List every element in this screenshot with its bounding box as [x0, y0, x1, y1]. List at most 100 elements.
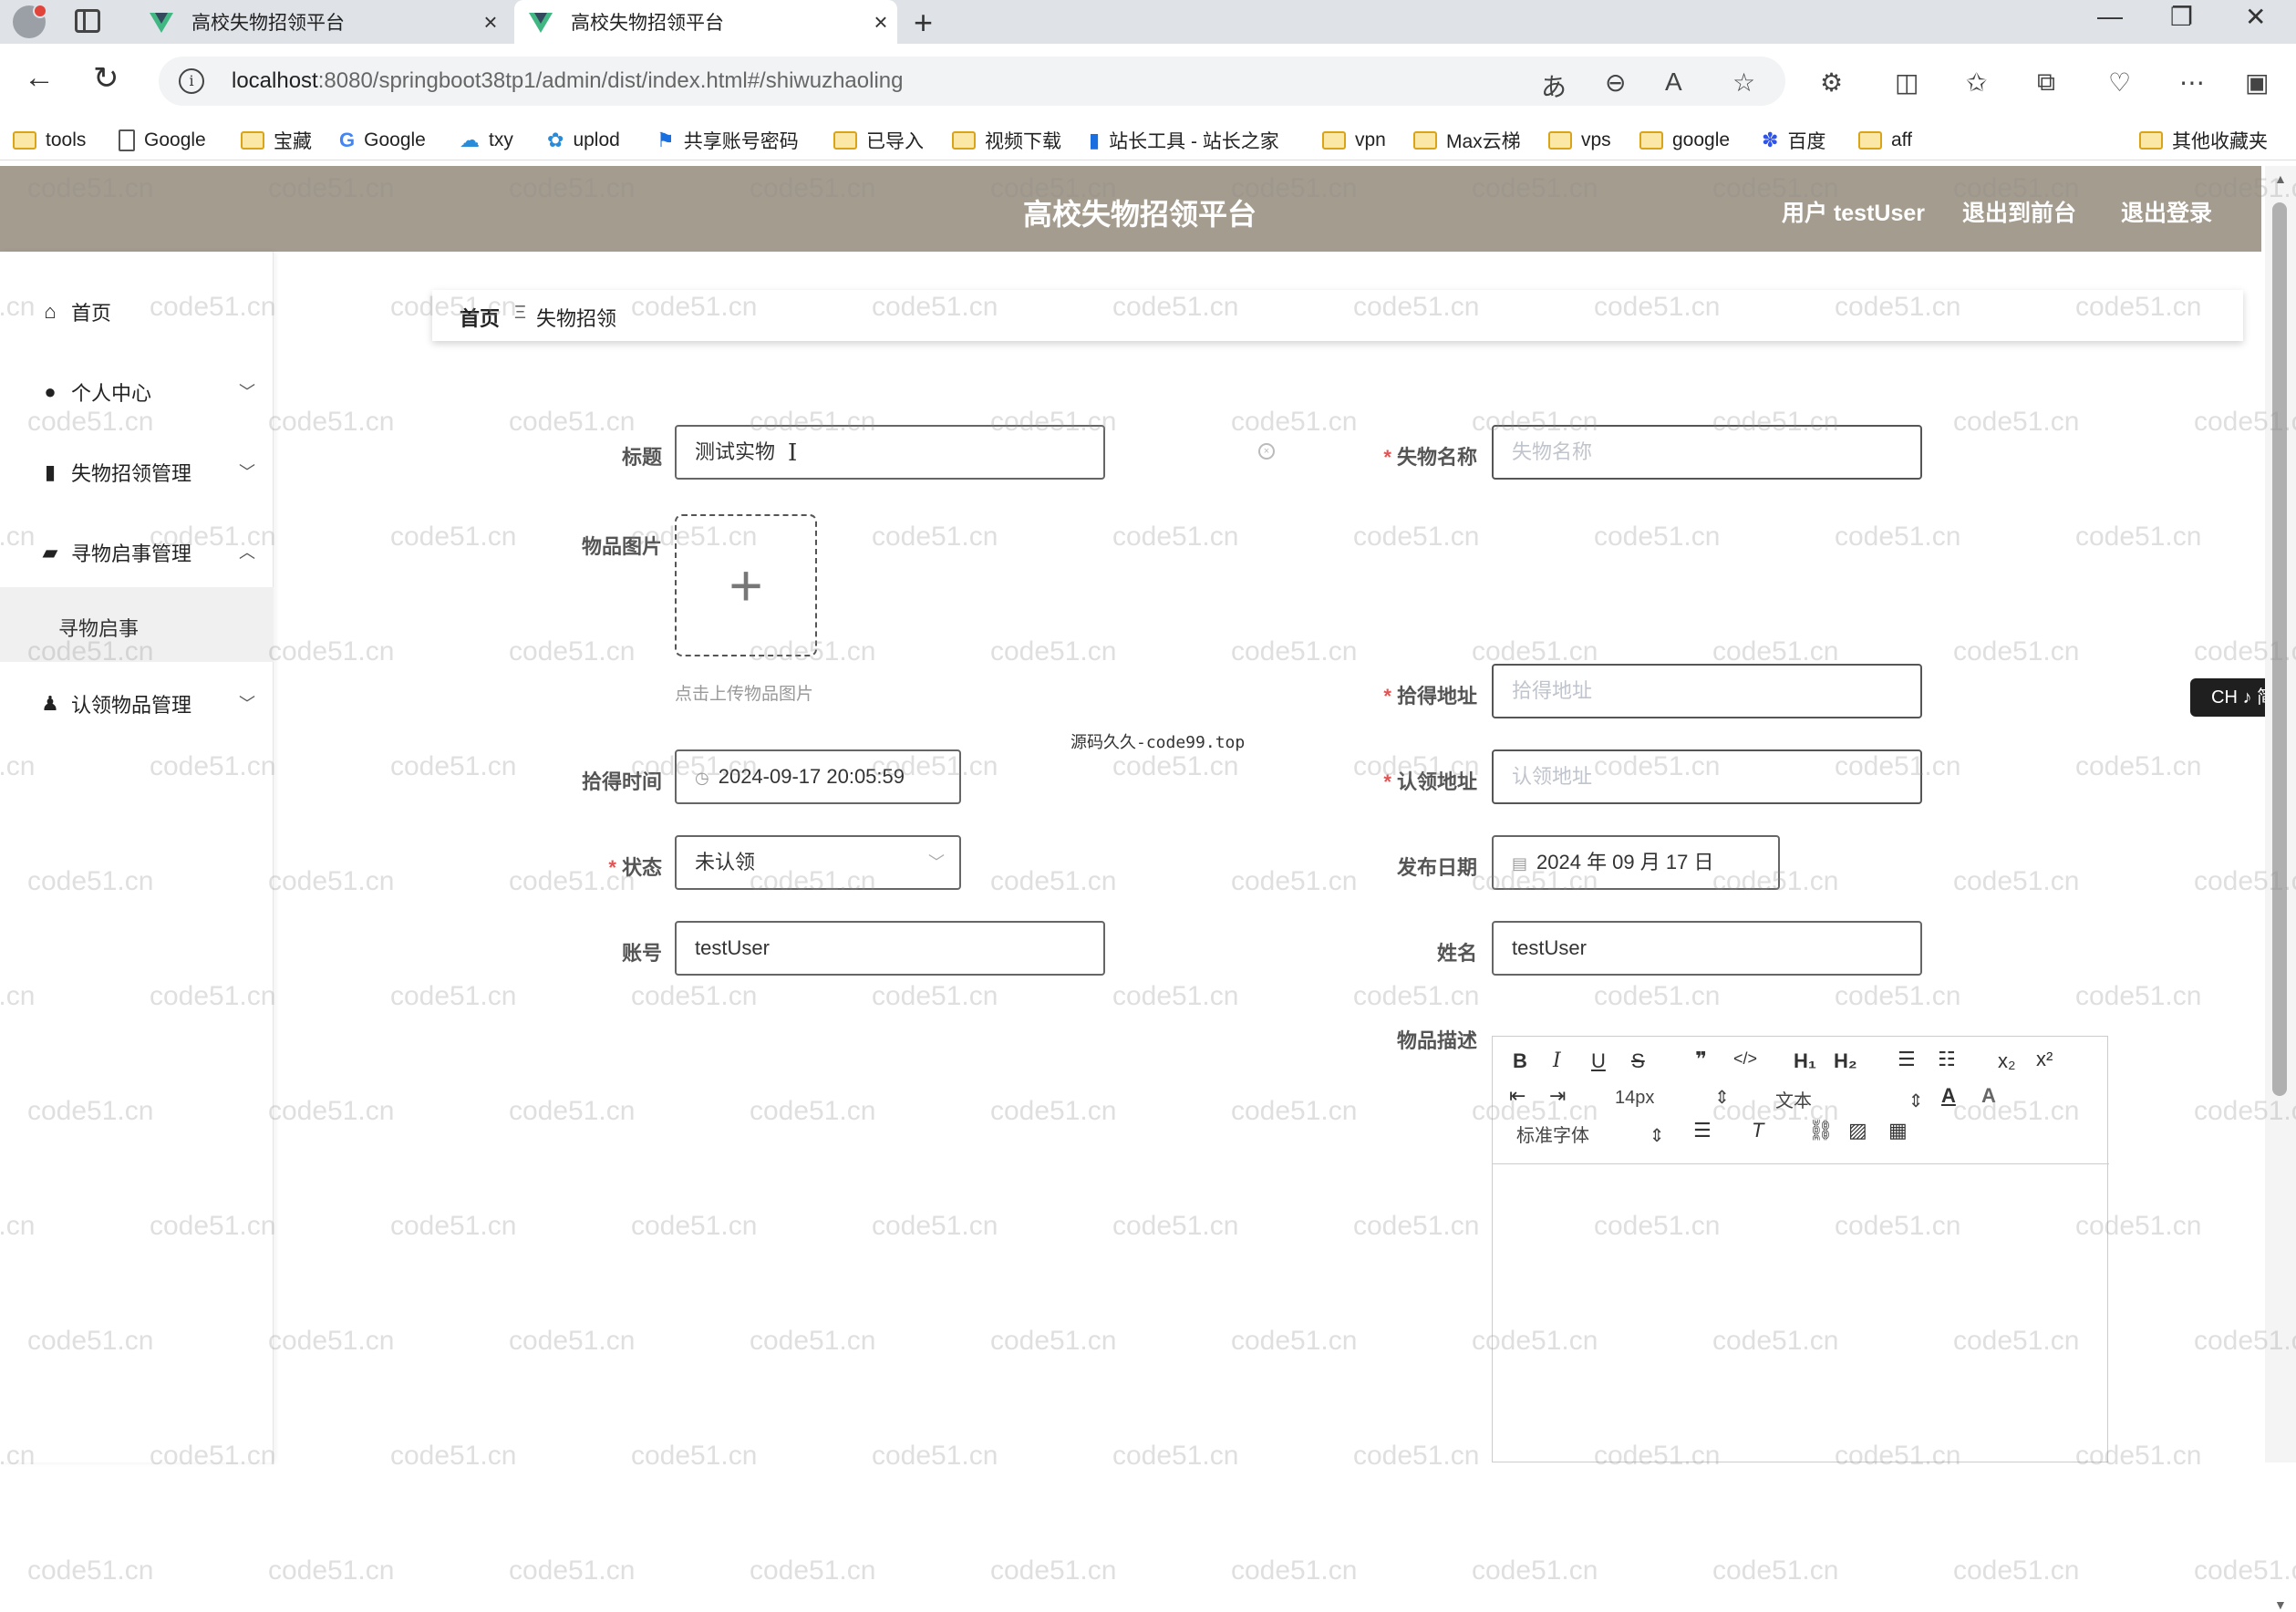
close-icon[interactable]: × — [864, 8, 897, 36]
bookmark-item[interactable]: Max云梯 — [1413, 128, 1521, 153]
bookmark-item[interactable]: vps — [1548, 128, 1611, 153]
close-icon[interactable]: × — [474, 8, 507, 36]
translate-icon[interactable]: あ — [1541, 67, 1567, 104]
ordered-list-icon[interactable]: ☰ — [1898, 1048, 1916, 1071]
subscript-icon[interactable]: x₂ — [1998, 1049, 2016, 1073]
sidebar-item-personal[interactable]: ● 个人中心 ﹀ — [0, 365, 274, 419]
blockquote-icon[interactable]: ❞ — [1695, 1048, 1707, 1071]
bookmark-item[interactable]: Google — [119, 128, 206, 153]
favorite-icon[interactable]: ☆ — [1732, 67, 1755, 98]
code-icon[interactable]: </> — [1733, 1049, 1757, 1069]
minimize-icon[interactable]: — — [2097, 2, 2123, 31]
italic-icon[interactable]: I — [1553, 1049, 1561, 1072]
sidebar-item-search-notice[interactable]: ▰ 寻物启事管理 ︿ — [0, 525, 274, 580]
image-upload[interactable]: + — [675, 514, 817, 656]
sidebar-toggle-icon[interactable]: ▣ — [2245, 67, 2269, 98]
scrollbar-thumb[interactable] — [2272, 202, 2287, 1096]
watermark-text: code51.cn — [268, 636, 395, 666]
more-icon[interactable]: ⋯ — [2179, 67, 2205, 98]
submenu-item-search-notice[interactable]: 寻物启事 — [58, 613, 139, 642]
bookmark-item[interactable]: 视频下载 — [952, 128, 1061, 153]
block-format-select[interactable]: 文本 ⇕ — [1775, 1086, 1923, 1112]
logout-link[interactable]: 退出登录 — [2121, 195, 2212, 228]
bullet-list-icon[interactable]: ☷ — [1938, 1048, 1956, 1071]
bookmark-item[interactable]: 已导入 — [833, 128, 924, 153]
back-icon[interactable]: ← — [24, 60, 55, 96]
collections-icon[interactable]: ⧉ — [2037, 67, 2055, 98]
heading2-icon[interactable]: H₂ — [1834, 1049, 1857, 1073]
performance-icon[interactable]: ♡ — [2108, 67, 2131, 98]
sidebar-item-label: 个人中心 — [71, 382, 152, 405]
tab-actions-icon[interactable] — [75, 9, 100, 33]
video-icon[interactable]: ▦ — [1888, 1119, 1908, 1142]
window-close-icon[interactable]: ✕ — [2245, 2, 2266, 32]
publish-date-picker[interactable]: ▤ 2024 年 09 月 17 日 — [1492, 835, 1780, 890]
link-icon[interactable]: ⛓ — [1808, 1119, 1834, 1142]
description-editor[interactable]: B I U S ❞ </> H₁ H₂ ☰ ☷ x₂ x² ⇤ ⇥ 14px ⇕… — [1492, 1036, 2109, 1462]
plus-icon: + — [729, 553, 763, 618]
username-input[interactable]: testUser — [1492, 921, 1922, 976]
clear-format-icon[interactable]: T — [1752, 1119, 1763, 1142]
background-color-icon[interactable]: A — [1981, 1084, 1996, 1108]
image-icon[interactable]: ▨ — [1848, 1119, 1867, 1142]
back-to-front-link[interactable]: 退出到前台 — [1962, 195, 2076, 228]
bookmark-item[interactable]: 宝藏 — [241, 128, 312, 153]
scroll-up-icon[interactable]: ▲ — [2274, 171, 2287, 186]
watermark-text: code51.cn — [1472, 1555, 1598, 1586]
claim-address-input[interactable]: 认领地址 — [1492, 749, 1922, 804]
bookmark-item[interactable]: ⚑ 共享账号密码 — [657, 128, 799, 153]
account-input[interactable]: testUser — [675, 921, 1105, 976]
breadcrumb: 首页 Ξ 失物招领 — [432, 290, 2243, 341]
found-time-picker[interactable]: ◷ 2024-09-17 20:05:59 — [675, 749, 961, 804]
bookmark-item[interactable]: vpn — [1322, 128, 1386, 153]
bookmark-item[interactable]: aff — [1858, 128, 1912, 153]
sidebar-item-label: 首页 — [71, 302, 112, 325]
title-input[interactable]: 测试实物 — [675, 425, 1105, 480]
bookmark-item[interactable]: tools — [13, 128, 86, 153]
clear-icon[interactable]: × — [1258, 443, 1275, 460]
font-size-select[interactable]: 14px ⇕ — [1615, 1086, 1730, 1109]
read-aloud-icon[interactable]: A — [1665, 67, 1682, 97]
bookmark-item[interactable]: ☁ txy — [460, 128, 513, 153]
font-family-select[interactable]: 标准字体 ⇕ — [1516, 1121, 1664, 1147]
bookmark-item[interactable]: google — [1639, 128, 1730, 153]
watermark-text: code51.cn — [1472, 636, 1598, 666]
sidebar-item-home[interactable]: ⌂ 首页 — [0, 284, 274, 339]
bookmark-item[interactable]: G Google — [339, 128, 426, 153]
zoom-out-icon[interactable]: ⊖ — [1605, 67, 1626, 98]
superscript-icon[interactable]: x² — [2036, 1048, 2053, 1071]
reload-icon[interactable]: ↻ — [93, 60, 119, 97]
scroll-down-icon[interactable]: ▼ — [2274, 1597, 2287, 1612]
other-bookmarks[interactable]: 其他收藏夹 — [2139, 128, 2268, 153]
heading1-icon[interactable]: H₁ — [1794, 1049, 1816, 1073]
strike-icon[interactable]: S — [1631, 1049, 1645, 1073]
browser-tab-2[interactable]: 高校失物招领平台 × — [514, 0, 897, 44]
restore-icon[interactable]: ❐ — [2170, 2, 2193, 32]
underline-icon[interactable]: U — [1591, 1049, 1606, 1073]
item-name-input[interactable]: 失物名称 — [1492, 425, 1922, 480]
profile-avatar[interactable] — [13, 4, 47, 38]
page-icon — [119, 129, 135, 151]
site-info-icon[interactable]: i — [179, 68, 204, 94]
watermark-text: code51.cn — [872, 1211, 998, 1241]
outdent-icon[interactable]: ⇤ — [1509, 1084, 1525, 1108]
font-color-icon[interactable]: A — [1941, 1084, 1956, 1108]
found-address-input[interactable]: 拾得地址 — [1492, 664, 1922, 718]
breadcrumb-home[interactable]: 首页 — [460, 303, 500, 332]
indent-icon[interactable]: ⇥ — [1549, 1084, 1566, 1108]
favorites-icon[interactable]: ✩ — [1966, 67, 1987, 98]
bold-icon[interactable]: B — [1513, 1049, 1527, 1073]
page-scrollbar[interactable]: ▲ ▼ — [2265, 166, 2296, 1612]
extensions-icon[interactable]: ⚙ — [1820, 67, 1843, 98]
align-icon[interactable]: ☰ — [1693, 1119, 1712, 1142]
sidebar-item-lost-found[interactable]: ▮ 失物招领管理 ﹀ — [0, 445, 274, 500]
status-select[interactable]: 未认领 ﹀ — [675, 835, 961, 890]
sidebar-item-claim[interactable]: ♟ 认领物品管理 ﹀ — [0, 677, 274, 731]
description-label: 物品描述 — [1396, 1029, 1477, 1052]
browser-tab-1[interactable]: 高校失物招领平台 × — [135, 0, 507, 44]
bookmark-item[interactable]: ▮ 站长工具 - 站长之家 — [1089, 128, 1279, 153]
split-screen-icon[interactable]: ◫ — [1895, 67, 1919, 98]
bookmark-item[interactable]: ✽ 百度 — [1762, 128, 1825, 153]
new-tab-icon[interactable]: + — [914, 4, 933, 42]
bookmark-item[interactable]: ✿ uplod — [547, 128, 620, 153]
